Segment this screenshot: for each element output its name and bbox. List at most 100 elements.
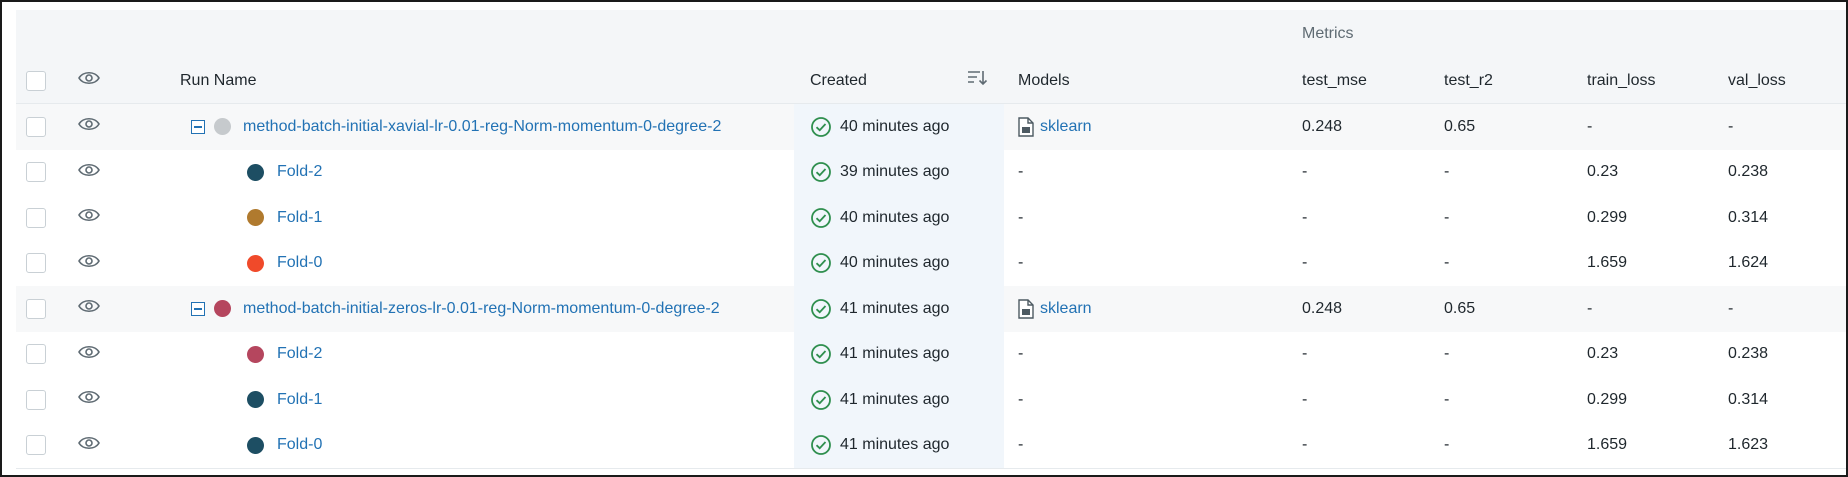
metric-val-loss: - bbox=[1728, 299, 1734, 317]
metric-test-r2: - bbox=[1444, 345, 1450, 363]
row-select-checkbox[interactable] bbox=[26, 435, 46, 456]
run-color-dot[interactable] bbox=[214, 300, 231, 318]
status-finished-check-icon bbox=[810, 434, 832, 456]
sort-descending-icon[interactable] bbox=[966, 68, 988, 93]
created-time: 41 minutes ago bbox=[840, 345, 950, 363]
row-select-checkbox[interactable] bbox=[26, 344, 46, 365]
run-color-dot[interactable] bbox=[247, 163, 264, 181]
column-header-models[interactable]: Models bbox=[1018, 58, 1070, 103]
column-header-run-name[interactable]: Run Name bbox=[180, 58, 256, 103]
run-color-dot[interactable] bbox=[247, 254, 264, 272]
visibility-eye-icon[interactable] bbox=[78, 299, 100, 318]
row-select-checkbox[interactable] bbox=[26, 207, 46, 228]
run-name-link[interactable]: Fold-2 bbox=[277, 150, 322, 196]
created-time: 39 minutes ago bbox=[840, 163, 950, 181]
runs-table-frame: Metrics Run Name Created Models test_mse… bbox=[0, 0, 1848, 477]
metric-val-loss: 0.314 bbox=[1728, 390, 1769, 408]
run-color-dot[interactable] bbox=[247, 436, 264, 454]
row-select-checkbox[interactable] bbox=[26, 253, 46, 274]
status-finished-check-icon bbox=[810, 298, 832, 320]
child-run-row[interactable]: Fold-0 40 minutes ago - - - 1.659 1.624 bbox=[16, 240, 1846, 287]
metric-test-r2: - bbox=[1444, 163, 1450, 181]
created-time: 40 minutes ago bbox=[840, 208, 950, 226]
model-value: - bbox=[1018, 345, 1024, 363]
row-select-checkbox[interactable] bbox=[26, 116, 46, 137]
child-run-row[interactable]: Fold-1 41 minutes ago - - - 0.299 0.314 bbox=[16, 377, 1846, 424]
column-header-train-loss[interactable]: train_loss bbox=[1587, 58, 1655, 103]
status-finished-check-icon bbox=[810, 207, 832, 229]
column-header-created[interactable]: Created bbox=[810, 58, 867, 103]
metric-train-loss: 0.299 bbox=[1587, 208, 1628, 226]
table-header-row: Run Name Created Models test_mse test_r2… bbox=[16, 58, 1846, 104]
visibility-eye-icon[interactable] bbox=[78, 254, 100, 273]
metric-train-loss: 1.659 bbox=[1587, 254, 1628, 272]
status-finished-check-icon bbox=[810, 161, 832, 183]
metric-val-loss: 0.238 bbox=[1728, 163, 1769, 181]
status-finished-check-icon bbox=[810, 343, 832, 365]
run-name-link[interactable]: Fold-1 bbox=[277, 377, 322, 423]
status-finished-check-icon bbox=[810, 389, 832, 411]
visibility-eye-icon[interactable] bbox=[78, 208, 100, 227]
row-select-checkbox[interactable] bbox=[26, 389, 46, 410]
metric-test-r2: - bbox=[1444, 254, 1450, 272]
row-select-checkbox[interactable] bbox=[26, 162, 46, 183]
runs-table: Metrics Run Name Created Models test_mse… bbox=[16, 10, 1846, 469]
run-name-link[interactable]: Fold-0 bbox=[277, 423, 322, 469]
status-finished-check-icon bbox=[810, 116, 832, 138]
model-link[interactable]: sklearn bbox=[1040, 118, 1092, 136]
metric-val-loss: 1.624 bbox=[1728, 254, 1769, 272]
metric-test-r2: - bbox=[1444, 208, 1450, 226]
child-run-row[interactable]: Fold-1 40 minutes ago - - - 0.299 0.314 bbox=[16, 195, 1846, 242]
collapse-icon[interactable] bbox=[191, 301, 205, 316]
model-value: - bbox=[1018, 390, 1024, 408]
run-name-link[interactable]: Fold-0 bbox=[277, 241, 322, 287]
child-run-row[interactable]: Fold-2 41 minutes ago - - - 0.23 0.238 bbox=[16, 331, 1846, 378]
model-link[interactable]: sklearn bbox=[1040, 300, 1092, 318]
created-time: 41 minutes ago bbox=[840, 299, 950, 317]
run-name-link[interactable]: method-batch-initial-xavial-lr-0.01-reg-… bbox=[243, 104, 721, 150]
model-file-icon bbox=[1018, 299, 1034, 319]
visibility-toggle-all-eye-icon[interactable] bbox=[78, 71, 100, 90]
run-color-dot[interactable] bbox=[247, 209, 264, 227]
status-finished-check-icon bbox=[810, 252, 832, 274]
metric-test-mse: 0.248 bbox=[1302, 299, 1343, 317]
visibility-eye-icon[interactable] bbox=[78, 436, 100, 455]
row-select-checkbox[interactable] bbox=[26, 298, 46, 319]
metric-val-loss: 0.238 bbox=[1728, 345, 1769, 363]
metric-train-loss: 0.23 bbox=[1587, 345, 1619, 363]
metric-test-mse: - bbox=[1302, 254, 1308, 272]
column-header-val-loss[interactable]: val_loss bbox=[1728, 58, 1786, 103]
parent-run-row[interactable]: method-batch-initial-zeros-lr-0.01-reg-N… bbox=[16, 286, 1846, 333]
column-header-test-r2[interactable]: test_r2 bbox=[1444, 58, 1493, 103]
metric-train-loss: 0.299 bbox=[1587, 390, 1628, 408]
select-all-checkbox[interactable] bbox=[26, 70, 46, 91]
run-name-link[interactable]: method-batch-initial-zeros-lr-0.01-reg-N… bbox=[243, 286, 720, 332]
metric-train-loss: 0.23 bbox=[1587, 163, 1619, 181]
run-color-dot[interactable] bbox=[214, 118, 231, 136]
visibility-eye-icon[interactable] bbox=[78, 345, 100, 364]
run-color-dot[interactable] bbox=[247, 391, 264, 409]
model-file-icon bbox=[1018, 117, 1034, 137]
visibility-eye-icon[interactable] bbox=[78, 390, 100, 409]
visibility-eye-icon[interactable] bbox=[78, 163, 100, 182]
model-value: - bbox=[1018, 163, 1024, 181]
run-color-dot[interactable] bbox=[247, 345, 264, 363]
run-name-link[interactable]: Fold-2 bbox=[277, 332, 322, 378]
visibility-eye-icon[interactable] bbox=[78, 117, 100, 136]
collapse-icon[interactable] bbox=[191, 119, 205, 134]
metric-test-r2: 0.65 bbox=[1444, 299, 1476, 317]
created-time: 40 minutes ago bbox=[840, 117, 950, 135]
metric-train-loss: - bbox=[1587, 117, 1593, 135]
child-run-row[interactable]: Fold-2 39 minutes ago - - - 0.23 0.238 bbox=[16, 149, 1846, 196]
metric-train-loss: 1.659 bbox=[1587, 436, 1628, 454]
metric-val-loss: - bbox=[1728, 117, 1734, 135]
metric-test-mse: - bbox=[1302, 436, 1308, 454]
parent-run-row[interactable]: method-batch-initial-xavial-lr-0.01-reg-… bbox=[16, 104, 1846, 151]
metric-val-loss: 0.314 bbox=[1728, 208, 1769, 226]
created-time: 41 minutes ago bbox=[840, 390, 950, 408]
metrics-group-header: Metrics bbox=[16, 10, 1846, 59]
column-header-test-mse[interactable]: test_mse bbox=[1302, 58, 1367, 103]
metric-test-mse: - bbox=[1302, 390, 1308, 408]
child-run-row[interactable]: Fold-0 41 minutes ago - - - 1.659 1.623 bbox=[16, 422, 1846, 469]
run-name-link[interactable]: Fold-1 bbox=[277, 195, 322, 241]
